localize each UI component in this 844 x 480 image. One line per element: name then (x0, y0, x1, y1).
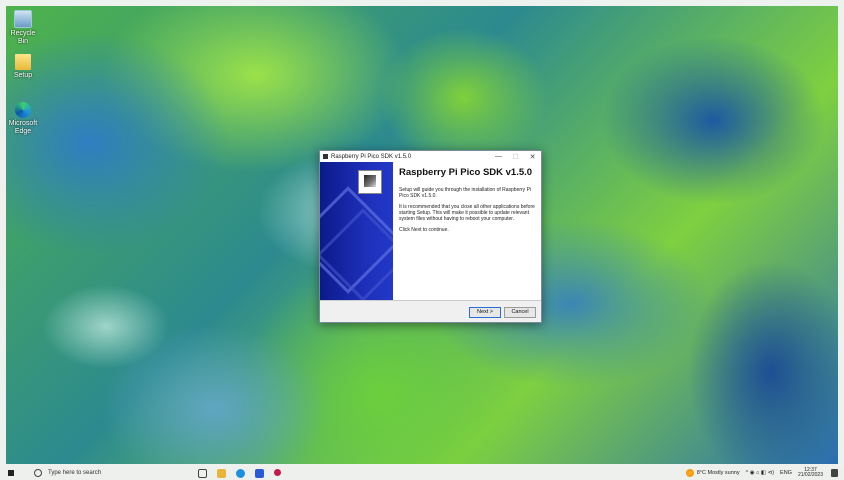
installer-window: Raspberry Pi Pico SDK v1.5.0 — ☐ ✕ Raspb… (319, 150, 542, 323)
recycle-bin-desktop-icon[interactable]: Recycle Bin (8, 10, 38, 46)
desktop-icon-label: Microsoft Edge (8, 120, 38, 135)
raspberry-pi-installer-icon[interactable] (274, 468, 281, 476)
welcome-heading: Raspberry Pi Pico SDK v1.5.0 (399, 167, 533, 178)
clock-date: 21/02/2023 (797, 472, 823, 478)
pinned-apps (198, 468, 281, 478)
maximize-button[interactable]: ☐ (507, 153, 524, 161)
recycle-bin-icon (14, 10, 32, 28)
desktop-icon-label: Recycle Bin (10, 30, 36, 45)
app-icon (323, 154, 328, 159)
file-explorer-icon[interactable] (217, 468, 226, 478)
taskbar: Type here to search 8°C Mostly sunny ^ ◉… (0, 466, 844, 480)
search-box[interactable]: Type here to search (34, 469, 184, 477)
installer-logo-icon (358, 170, 382, 194)
edge-taskbar-icon[interactable] (236, 468, 245, 478)
welcome-paragraph: Setup will guide you through the install… (399, 187, 532, 199)
installer-side-banner (320, 162, 393, 301)
cancel-button[interactable]: Cancel (504, 307, 536, 318)
clock[interactable]: 12:37 21/02/2023 (797, 467, 823, 479)
weather-icon (685, 469, 694, 477)
window-title: Raspberry Pi Pico SDK v1.5.0 (331, 153, 412, 160)
minimize-button[interactable]: — (490, 153, 507, 160)
search-placeholder: Type here to search (48, 470, 102, 476)
language-indicator[interactable]: ENG (780, 470, 792, 476)
window-titlebar[interactable]: Raspberry Pi Pico SDK v1.5.0 — ☐ ✕ (320, 151, 541, 162)
setup-desktop-icon[interactable]: Setup (8, 54, 38, 80)
start-button[interactable] (8, 466, 20, 480)
next-button[interactable]: Next > (469, 307, 501, 318)
tray-icons[interactable]: ^ ◉ ⌂ ◧ ⊲) (746, 470, 774, 476)
desktop-icon-label: Setup (13, 72, 33, 79)
close-button[interactable]: ✕ (524, 153, 541, 161)
welcome-paragraph: Click Next to continue. (399, 227, 449, 233)
search-icon (34, 469, 42, 477)
welcome-paragraph: It is recommended that you close all oth… (399, 204, 535, 222)
edge-icon (15, 102, 31, 118)
store-icon[interactable] (255, 468, 264, 478)
notification-icon[interactable] (831, 469, 838, 477)
folder-icon (15, 54, 31, 70)
system-tray: 8°C Mostly sunny ^ ◉ ⌂ ◧ ⊲) ENG 12:37 21… (685, 466, 838, 480)
windows-icon (8, 470, 14, 476)
edge-desktop-icon[interactable]: Microsoft Edge (8, 102, 38, 136)
weather-text[interactable]: 8°C Mostly sunny (697, 470, 740, 476)
task-view-icon[interactable] (198, 468, 207, 478)
welcome-content: Raspberry Pi Pico SDK v1.5.0 Setup will … (399, 167, 535, 238)
button-bar: Next > Cancel (320, 300, 541, 322)
